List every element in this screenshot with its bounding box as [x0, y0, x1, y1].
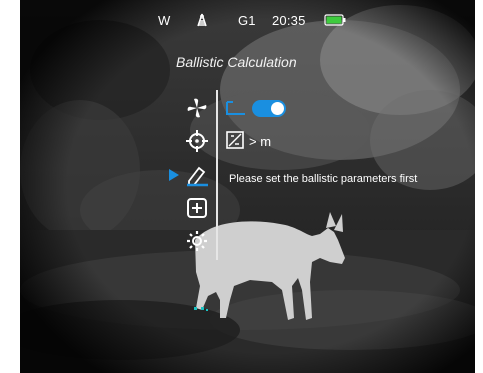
settings-gear-icon[interactable] [185, 229, 209, 253]
toggle-knob [271, 102, 284, 115]
wifi-tower-icon [197, 13, 207, 27]
thermal-viewfinder: W G1 20:35 Ballistic Calculation > m Ple… [20, 0, 475, 373]
ballistic-toggle-switch[interactable] [252, 100, 286, 117]
reticle-marker-icon [194, 307, 208, 311]
ballistic-profile-icon[interactable] [185, 163, 209, 187]
add-icon[interactable] [185, 196, 209, 220]
range-unit-label: > m [249, 134, 272, 149]
crosshair-target-icon[interactable] [185, 129, 209, 153]
screen-title: Ballistic Calculation [176, 54, 297, 70]
status-time: 20:35 [272, 13, 306, 28]
menu-divider [216, 90, 218, 260]
warning-message: Please set the ballistic parameters firs… [229, 173, 418, 185]
selected-arrow-icon [169, 169, 179, 181]
status-mode: W [158, 13, 171, 28]
ballistic-toggle-icon [226, 101, 245, 115]
battery-icon [324, 14, 346, 26]
status-profile: G1 [238, 13, 256, 28]
palette-icon[interactable] [185, 96, 209, 120]
range-unit-icon[interactable] [226, 131, 244, 149]
